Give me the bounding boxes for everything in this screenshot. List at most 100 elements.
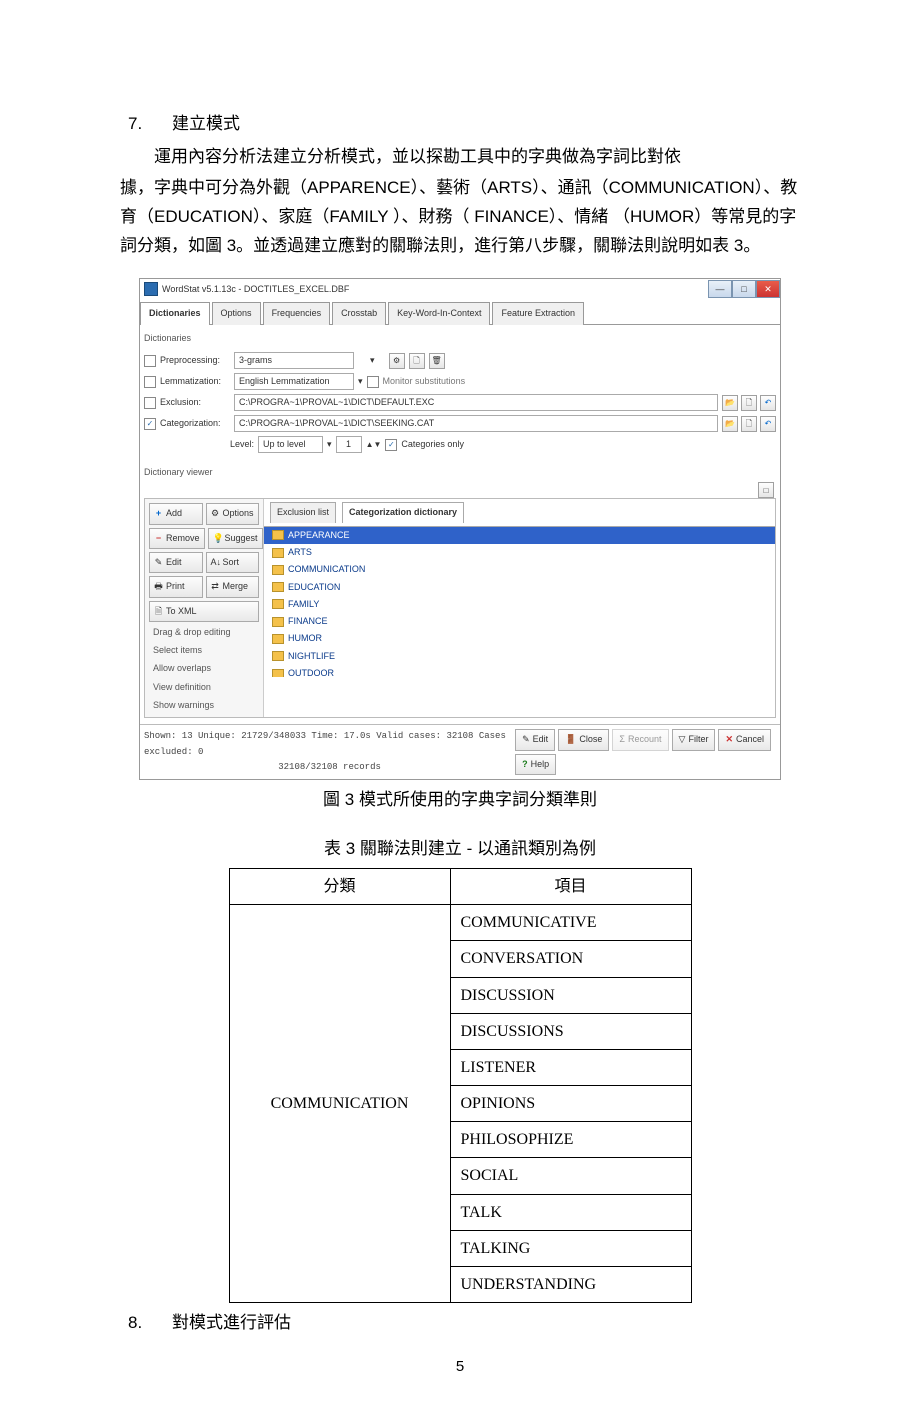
- categorization-field[interactable]: C:\PROGRA~1\PROVAL~1\DICT\SEEKING.CAT: [234, 415, 718, 432]
- tree-item[interactable]: COMMUNICATION: [264, 561, 775, 578]
- tree-item[interactable]: OUTDOOR: [264, 665, 775, 677]
- cat-open-icon[interactable]: 📂: [722, 416, 738, 432]
- recount-icon: Σ: [619, 732, 625, 747]
- folder-icon: [272, 599, 284, 609]
- lemmatization-field[interactable]: English Lemmatization: [234, 373, 354, 390]
- status-cancel-button[interactable]: ✕Cancel: [718, 729, 771, 750]
- preproc-icon-2[interactable]: 🗋: [409, 353, 425, 369]
- status-line-1: Shown: 13 Unique: 21729/348033 Time: 17.…: [144, 729, 515, 760]
- tree-item[interactable]: FAMILY: [264, 596, 775, 613]
- item-cell: LISTENER: [450, 1049, 691, 1085]
- level-field[interactable]: Up to level: [258, 436, 323, 453]
- tab-kwic[interactable]: Key-Word-In-Context: [388, 302, 490, 324]
- item-cell: COMMUNICATIVE: [450, 905, 691, 941]
- merge-button[interactable]: ⇄Merge: [206, 576, 260, 597]
- status-filter-button[interactable]: ▽Filter: [672, 729, 716, 750]
- cancel-icon: ✕: [725, 732, 733, 747]
- edit-icon: ✎: [522, 732, 530, 747]
- tab-feature-extraction[interactable]: Feature Extraction: [492, 302, 584, 324]
- exclusion-checkbox[interactable]: [144, 397, 156, 409]
- item-cell: DISCUSSIONS: [450, 1013, 691, 1049]
- edit-button[interactable]: ✎Edit: [149, 552, 203, 573]
- monitor-subs-label: Monitor substitutions: [383, 374, 466, 389]
- tree-item[interactable]: EDUCATION: [264, 579, 775, 596]
- print-button[interactable]: 🖶Print: [149, 576, 203, 597]
- status-edit-button[interactable]: ✎Edit: [515, 729, 555, 750]
- sort-button[interactable]: A↓Sort: [206, 552, 260, 573]
- section-label: Dictionaries: [144, 331, 780, 346]
- lemmatization-checkbox[interactable]: [144, 376, 156, 388]
- tab-options[interactable]: Options: [212, 302, 261, 324]
- close-icon: 🚪: [565, 732, 576, 747]
- exclusion-new-icon[interactable]: 🗋: [741, 395, 757, 411]
- subtab-categorization[interactable]: Categorization dictionary: [342, 502, 464, 522]
- toxml-button[interactable]: 🗎To XML: [149, 601, 259, 622]
- item-cell: SOCIAL: [450, 1158, 691, 1194]
- item-cell: PHILOSOPHIZE: [450, 1122, 691, 1158]
- item-cell: DISCUSSION: [450, 977, 691, 1013]
- item-cell: TALK: [450, 1194, 691, 1230]
- association-table: 分類 項目 COMMUNICATION COMMUNICATIVE CONVER…: [229, 868, 692, 1303]
- app-icon: [144, 282, 158, 296]
- categorization-checkbox[interactable]: [144, 418, 156, 430]
- figure-caption: 圖 3 模式所使用的字典字詞分類準則: [120, 786, 800, 815]
- cat-undo-icon[interactable]: ↶: [760, 416, 776, 432]
- categories-only-checkbox[interactable]: [385, 439, 397, 451]
- status-line-2: 32108/32108 records: [144, 760, 515, 775]
- monitor-subs-checkbox[interactable]: [367, 376, 379, 388]
- tab-crosstab[interactable]: Crosstab: [332, 302, 386, 324]
- page-number: 5: [120, 1354, 800, 1380]
- preprocessing-checkbox[interactable]: [144, 355, 156, 367]
- folder-icon: [272, 548, 284, 558]
- tree-item[interactable]: FINANCE: [264, 613, 775, 630]
- category-tree[interactable]: APPEARANCE ARTS COMMUNICATION EDUCATION …: [264, 526, 775, 677]
- item-cell: OPINIONS: [450, 1086, 691, 1122]
- tree-item[interactable]: ARTS: [264, 544, 775, 561]
- add-button[interactable]: +Add: [149, 503, 203, 524]
- options-button[interactable]: ⚙Options: [206, 503, 260, 524]
- maximize-panel-icon[interactable]: □: [758, 482, 774, 498]
- item-cell: CONVERSATION: [450, 941, 691, 977]
- item7-title: 建立模式: [172, 110, 800, 139]
- th-item: 項目: [450, 868, 691, 904]
- category-cell: COMMUNICATION: [229, 905, 450, 1303]
- item8-title: 對模式進行評估: [172, 1309, 800, 1338]
- list-number-7: 7.: [120, 110, 172, 139]
- window-close-button[interactable]: ✕: [756, 280, 780, 298]
- status-help-button[interactable]: ?Help: [515, 754, 556, 775]
- preproc-icon-1[interactable]: ⚙: [389, 353, 405, 369]
- window-minimize-button[interactable]: —: [708, 280, 732, 298]
- level-num[interactable]: 1: [336, 436, 362, 453]
- preproc-icon-3[interactable]: 🗑: [429, 353, 445, 369]
- categorization-label: Categorization:: [160, 416, 230, 431]
- tab-dictionaries[interactable]: Dictionaries: [140, 302, 210, 324]
- exclusion-field[interactable]: C:\PROGRA~1\PROVAL~1\DICT\DEFAULT.EXC: [234, 394, 718, 411]
- help-icon: ?: [522, 757, 528, 772]
- exclusion-label: Exclusion:: [160, 395, 230, 410]
- cat-new-icon[interactable]: 🗋: [741, 416, 757, 432]
- folder-icon: [272, 565, 284, 575]
- tree-item[interactable]: APPEARANCE: [264, 527, 775, 544]
- paragraph-2: 據，字典中可分為外觀（APPARENCE）、藝術（ARTS）、通訊（COMMUN…: [120, 174, 800, 261]
- suggest-button[interactable]: 💡Suggest: [208, 528, 263, 549]
- th-category: 分類: [229, 868, 450, 904]
- exclusion-undo-icon[interactable]: ↶: [760, 395, 776, 411]
- preprocessing-field[interactable]: 3-grams: [234, 352, 354, 369]
- preprocessing-label: Preprocessing:: [160, 353, 230, 368]
- tree-item[interactable]: HUMOR: [264, 630, 775, 647]
- list-number-8: 8.: [120, 1309, 172, 1338]
- status-close-button[interactable]: 🚪Close: [558, 729, 609, 750]
- tree-item[interactable]: NIGHTLIFE: [264, 648, 775, 665]
- window-title: WordStat v5.1.13c - DOCTITLES_EXCEL.DBF: [162, 282, 349, 297]
- dictionary-viewer-label: Dictionary viewer: [144, 465, 780, 480]
- tab-frequencies[interactable]: Frequencies: [263, 302, 331, 324]
- exclusion-open-icon[interactable]: 📂: [722, 395, 738, 411]
- subtab-exclusion[interactable]: Exclusion list: [270, 502, 336, 522]
- folder-icon: [272, 530, 284, 540]
- level-label: Level:: [230, 437, 254, 452]
- status-recount-button[interactable]: ΣRecount: [612, 729, 668, 750]
- folder-icon: [272, 582, 284, 592]
- remove-button[interactable]: −Remove: [149, 528, 205, 549]
- window-maximize-button[interactable]: □: [732, 280, 756, 298]
- lemmatization-label: Lemmatization:: [160, 374, 230, 389]
